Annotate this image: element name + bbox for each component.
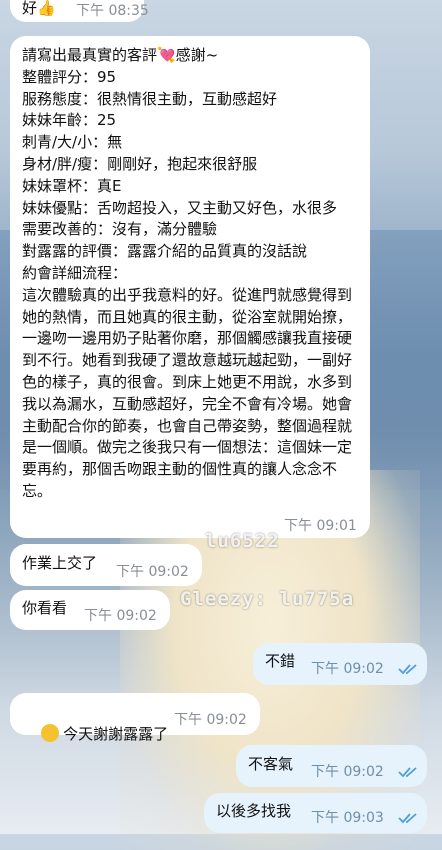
double-check-icon (398, 664, 417, 675)
message-text: 今天謝謝露露了 (22, 702, 168, 767)
shushing-face-icon (41, 723, 60, 742)
message-time: 下午 09:02 (116, 564, 189, 580)
message-time: 下午 09:02 (311, 661, 384, 677)
message-bubble-incoming[interactable]: 今天謝謝露露了 下午 09:02 (10, 693, 260, 743)
watermark-text: Gleezy: lu775a (180, 588, 355, 610)
message-text: 不客氣 (248, 755, 294, 773)
watermark-text: lu6522 (205, 530, 280, 552)
message-bubble-incoming[interactable]: 請寫出最真實的客評💘感謝~ 整體評分：95 服務態度：很熱情很主動，互動感超好 … (10, 36, 370, 538)
double-check-icon (398, 767, 417, 778)
message-bubble-outgoing[interactable]: 以後多找我 下午 09:03 (204, 793, 427, 833)
message-time: 下午 09:03 (311, 810, 384, 826)
message-text: 作業上交了 (22, 554, 98, 572)
message-time: 下午 09:01 (284, 518, 357, 534)
message-text: 好👍 (22, 0, 56, 17)
message-time: 下午 09:02 (311, 764, 384, 780)
message-text: 以後多找我 (216, 802, 292, 820)
double-check-icon (398, 813, 417, 824)
message-text: 你看看 (22, 599, 68, 617)
message-text-content: 今天謝謝露露了 (63, 724, 169, 743)
message-text: 請寫出最真實的客評💘感謝~ 整體評分：95 服務態度：很熱情很主動，互動感超好 … (22, 46, 353, 500)
message-bubble-incoming[interactable]: 作業上交了 下午 09:02 (10, 544, 202, 586)
message-time: 下午 09:02 (84, 608, 157, 624)
message-bubble-outgoing[interactable]: 不錯 下午 09:02 (253, 643, 427, 685)
message-time: 下午 09:02 (174, 712, 247, 728)
message-bubble-incoming[interactable]: 你看看 下午 09:02 (10, 590, 170, 630)
message-text: 不錯 (265, 652, 296, 670)
message-bubble-outgoing[interactable]: 不客氣 下午 09:02 (236, 745, 427, 787)
message-time: 下午 08:35 (76, 3, 149, 19)
message-bubble-incoming[interactable]: 好👍 下午 08:35 (10, 0, 149, 22)
